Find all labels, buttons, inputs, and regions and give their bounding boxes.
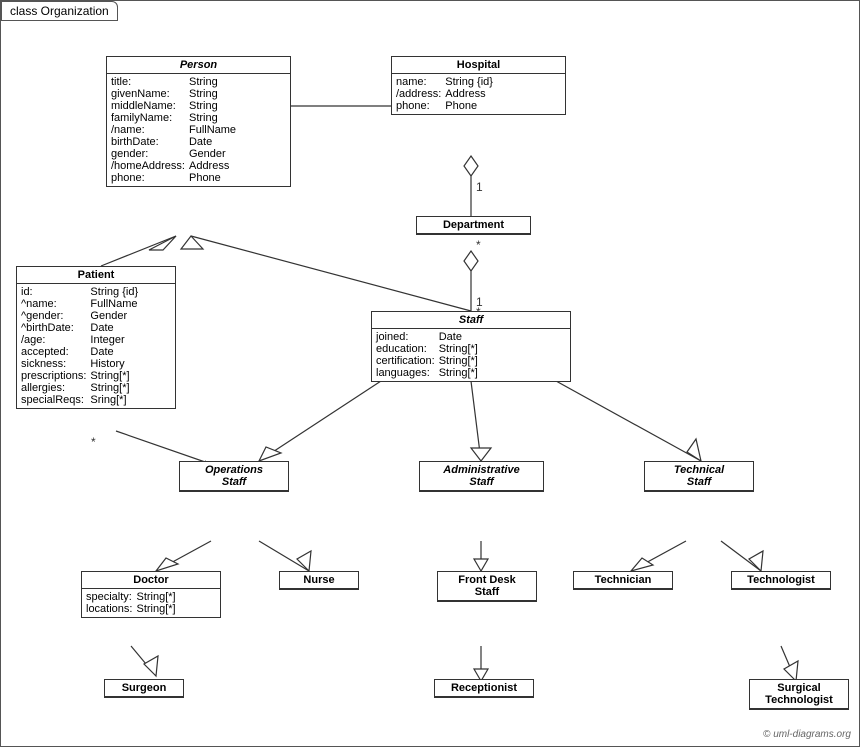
operations-staff-title: Operations Staff <box>180 462 288 491</box>
nurse-title: Nurse <box>280 572 358 589</box>
patient-body: id:String {id} ^name:FullName ^gender:Ge… <box>17 284 175 408</box>
person-class: Person title:String givenName:String mid… <box>106 56 291 187</box>
department-title: Department <box>417 217 530 234</box>
svg-text:*: * <box>91 435 96 449</box>
department-class: Department <box>416 216 531 235</box>
surgical-technologist-title: Surgical Technologist <box>750 680 848 709</box>
doctor-title: Doctor <box>82 572 220 589</box>
surgeon-class: Surgeon <box>104 679 184 698</box>
administrative-staff-class: Administrative Staff <box>419 461 544 492</box>
technologist-title: Technologist <box>732 572 830 589</box>
hospital-class: Hospital name:String {id} /address:Addre… <box>391 56 566 115</box>
technician-title: Technician <box>574 572 672 589</box>
hospital-title: Hospital <box>392 57 565 74</box>
technical-staff-class: Technical Staff <box>644 461 754 492</box>
diagram-title: class Organization <box>1 1 118 21</box>
staff-class: Staff joined:Date education:String[*] ce… <box>371 311 571 382</box>
svg-text:1: 1 <box>476 180 483 194</box>
doctor-class: Doctor specialty:String[*] locations:Str… <box>81 571 221 618</box>
operations-staff-class: Operations Staff <box>179 461 289 492</box>
surgical-technologist-class: Surgical Technologist <box>749 679 849 710</box>
diagram-container: class Organization <box>0 0 860 747</box>
person-title: Person <box>107 57 290 74</box>
copyright: © uml-diagrams.org <box>763 729 851 740</box>
receptionist-title: Receptionist <box>435 680 533 697</box>
technical-staff-title: Technical Staff <box>645 462 753 491</box>
front-desk-staff-class: Front Desk Staff <box>437 571 537 602</box>
svg-text:*: * <box>476 238 481 252</box>
technologist-class: Technologist <box>731 571 831 590</box>
technician-class: Technician <box>573 571 673 590</box>
person-body: title:String givenName:String middleName… <box>107 74 290 186</box>
nurse-class: Nurse <box>279 571 359 590</box>
staff-title: Staff <box>372 312 570 329</box>
patient-title: Patient <box>17 267 175 284</box>
surgeon-title: Surgeon <box>105 680 183 697</box>
receptionist-class: Receptionist <box>434 679 534 698</box>
staff-body: joined:Date education:String[*] certific… <box>372 329 570 381</box>
patient-class: Patient id:String {id} ^name:FullName ^g… <box>16 266 176 409</box>
hospital-body: name:String {id} /address:Address phone:… <box>392 74 565 114</box>
administrative-staff-title: Administrative Staff <box>420 462 543 491</box>
front-desk-staff-title: Front Desk Staff <box>438 572 536 601</box>
svg-text:1: 1 <box>476 295 483 309</box>
doctor-body: specialty:String[*] locations:String[*] <box>82 589 220 617</box>
